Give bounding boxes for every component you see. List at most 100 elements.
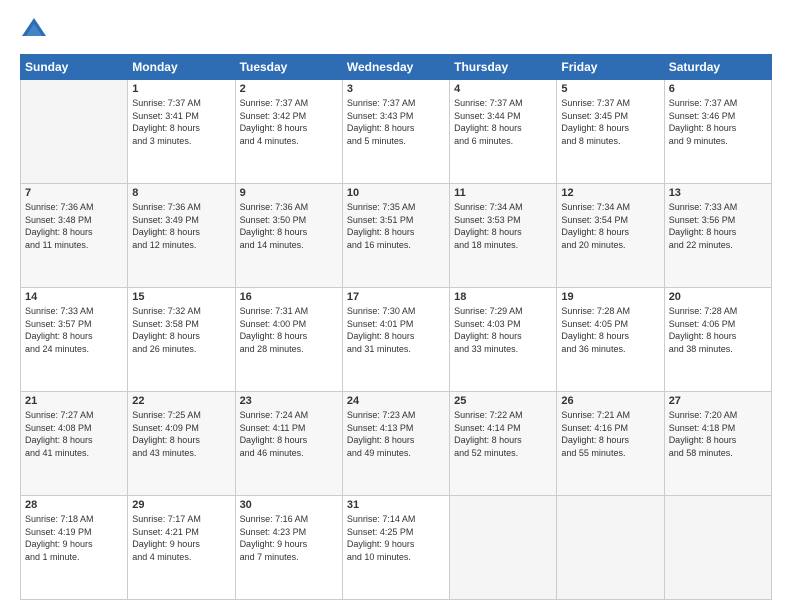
day-info: Sunrise: 7:16 AM Sunset: 4:23 PM Dayligh…	[240, 513, 338, 563]
day-number: 23	[240, 395, 338, 407]
week-row: 14 Sunrise: 7:33 AM Sunset: 3:57 PM Dayli…	[21, 288, 772, 392]
day-info: Sunrise: 7:37 AM Sunset: 3:45 PM Dayligh…	[561, 97, 659, 147]
calendar-cell: 23 Sunrise: 7:24 AM Sunset: 4:11 PM Dayli…	[235, 392, 342, 496]
week-row: 21 Sunrise: 7:27 AM Sunset: 4:08 PM Dayli…	[21, 392, 772, 496]
calendar-cell: 21 Sunrise: 7:27 AM Sunset: 4:08 PM Dayli…	[21, 392, 128, 496]
header-row: SundayMondayTuesdayWednesdayThursdayFrid…	[21, 55, 772, 80]
day-number: 1	[132, 83, 230, 95]
day-info: Sunrise: 7:34 AM Sunset: 3:54 PM Dayligh…	[561, 201, 659, 251]
calendar-cell: 3 Sunrise: 7:37 AM Sunset: 3:43 PM Daylig…	[342, 80, 449, 184]
logo	[20, 16, 52, 44]
day-info: Sunrise: 7:22 AM Sunset: 4:14 PM Dayligh…	[454, 409, 552, 459]
week-row: 7 Sunrise: 7:36 AM Sunset: 3:48 PM Daylig…	[21, 184, 772, 288]
day-number: 22	[132, 395, 230, 407]
calendar-cell: 9 Sunrise: 7:36 AM Sunset: 3:50 PM Daylig…	[235, 184, 342, 288]
calendar-cell: 31 Sunrise: 7:14 AM Sunset: 4:25 PM Dayli…	[342, 496, 449, 600]
calendar-cell: 12 Sunrise: 7:34 AM Sunset: 3:54 PM Dayli…	[557, 184, 664, 288]
day-number: 26	[561, 395, 659, 407]
day-number: 12	[561, 187, 659, 199]
day-info: Sunrise: 7:35 AM Sunset: 3:51 PM Dayligh…	[347, 201, 445, 251]
day-number: 13	[669, 187, 767, 199]
day-number: 6	[669, 83, 767, 95]
calendar-cell: 18 Sunrise: 7:29 AM Sunset: 4:03 PM Dayli…	[450, 288, 557, 392]
day-number: 4	[454, 83, 552, 95]
day-number: 24	[347, 395, 445, 407]
calendar-cell: 26 Sunrise: 7:21 AM Sunset: 4:16 PM Dayli…	[557, 392, 664, 496]
calendar-cell: 22Sunrise: 7:25 AM Sunset: 4:09 PM Dayli…	[128, 392, 235, 496]
header	[20, 16, 772, 44]
calendar-cell: 7 Sunrise: 7:36 AM Sunset: 3:48 PM Daylig…	[21, 184, 128, 288]
day-info: Sunrise: 7:24 AM Sunset: 4:11 PM Dayligh…	[240, 409, 338, 459]
day-info: Sunrise: 7:36 AM Sunset: 3:50 PM Dayligh…	[240, 201, 338, 251]
day-number: 10	[347, 187, 445, 199]
calendar-cell	[21, 80, 128, 184]
day-info: Sunrise: 7:30 AM Sunset: 4:01 PM Dayligh…	[347, 305, 445, 355]
calendar-cell: 2 Sunrise: 7:37 AM Sunset: 3:42 PM Daylig…	[235, 80, 342, 184]
calendar: SundayMondayTuesdayWednesdayThursdayFrid…	[20, 54, 772, 600]
day-number: 3	[347, 83, 445, 95]
day-info: Sunrise: 7:29 AM Sunset: 4:03 PM Dayligh…	[454, 305, 552, 355]
day-number: 8	[132, 187, 230, 199]
calendar-cell: 29Sunrise: 7:17 AM Sunset: 4:21 PM Dayli…	[128, 496, 235, 600]
week-row: 1 Sunrise: 7:37 AM Sunset: 3:41 PM Daylig…	[21, 80, 772, 184]
day-info: Sunrise: 7:33 AM Sunset: 3:57 PM Dayligh…	[25, 305, 123, 355]
day-number: 27	[669, 395, 767, 407]
day-info: Sunrise: 7:37 AM Sunset: 3:41 PM Dayligh…	[132, 97, 230, 147]
day-number: 31	[347, 499, 445, 511]
day-header: Friday	[557, 55, 664, 80]
day-info: Sunrise: 7:37 AM Sunset: 3:43 PM Dayligh…	[347, 97, 445, 147]
day-header: Sunday	[21, 55, 128, 80]
calendar-cell: 5 Sunrise: 7:37 AM Sunset: 3:45 PM Daylig…	[557, 80, 664, 184]
calendar-cell: 1 Sunrise: 7:37 AM Sunset: 3:41 PM Daylig…	[128, 80, 235, 184]
day-number: 16	[240, 291, 338, 303]
day-number: 28	[25, 499, 123, 511]
calendar-cell: 4 Sunrise: 7:37 AM Sunset: 3:44 PM Daylig…	[450, 80, 557, 184]
day-number: 18	[454, 291, 552, 303]
calendar-cell: 11 Sunrise: 7:34 AM Sunset: 3:53 PM Dayli…	[450, 184, 557, 288]
day-number: 14	[25, 291, 123, 303]
day-number: 11	[454, 187, 552, 199]
day-info: Sunrise: 7:37 AM Sunset: 3:42 PM Dayligh…	[240, 97, 338, 147]
calendar-cell	[664, 496, 771, 600]
day-header: Thursday	[450, 55, 557, 80]
day-info: Sunrise: 7:18 AM Sunset: 4:19 PM Dayligh…	[25, 513, 123, 563]
calendar-cell: 10 Sunrise: 7:35 AM Sunset: 3:51 PM Dayli…	[342, 184, 449, 288]
day-number: 5	[561, 83, 659, 95]
day-info: Sunrise: 7:21 AM Sunset: 4:16 PM Dayligh…	[561, 409, 659, 459]
day-header: Tuesday	[235, 55, 342, 80]
day-info: Sunrise: 7:28 AM Sunset: 4:06 PM Dayligh…	[669, 305, 767, 355]
day-number: 21	[25, 395, 123, 407]
day-info: Sunrise: 7:23 AM Sunset: 4:13 PM Dayligh…	[347, 409, 445, 459]
calendar-cell	[450, 496, 557, 600]
calendar-cell: 27Sunrise: 7:20 AM Sunset: 4:18 PM Dayli…	[664, 392, 771, 496]
day-info: Sunrise: 7:34 AM Sunset: 3:53 PM Dayligh…	[454, 201, 552, 251]
calendar-cell: 30 Sunrise: 7:16 AM Sunset: 4:23 PM Dayli…	[235, 496, 342, 600]
calendar-cell: 19Sunrise: 7:28 AM Sunset: 4:05 PM Dayli…	[557, 288, 664, 392]
logo-icon	[20, 16, 48, 44]
day-info: Sunrise: 7:28 AM Sunset: 4:05 PM Dayligh…	[561, 305, 659, 355]
day-number: 2	[240, 83, 338, 95]
calendar-cell: 14 Sunrise: 7:33 AM Sunset: 3:57 PM Dayli…	[21, 288, 128, 392]
day-info: Sunrise: 7:36 AM Sunset: 3:49 PM Dayligh…	[132, 201, 230, 251]
day-info: Sunrise: 7:33 AM Sunset: 3:56 PM Dayligh…	[669, 201, 767, 251]
day-number: 30	[240, 499, 338, 511]
day-number: 7	[25, 187, 123, 199]
day-info: Sunrise: 7:37 AM Sunset: 3:46 PM Dayligh…	[669, 97, 767, 147]
day-info: Sunrise: 7:36 AM Sunset: 3:48 PM Dayligh…	[25, 201, 123, 251]
day-info: Sunrise: 7:14 AM Sunset: 4:25 PM Dayligh…	[347, 513, 445, 563]
day-number: 29	[132, 499, 230, 511]
calendar-cell: 6 Sunrise: 7:37 AM Sunset: 3:46 PM Daylig…	[664, 80, 771, 184]
day-number: 25	[454, 395, 552, 407]
calendar-cell	[557, 496, 664, 600]
week-row: 28 Sunrise: 7:18 AM Sunset: 4:19 PM Dayli…	[21, 496, 772, 600]
calendar-table: SundayMondayTuesdayWednesdayThursdayFrid…	[20, 54, 772, 600]
day-number: 15	[132, 291, 230, 303]
day-info: Sunrise: 7:37 AM Sunset: 3:44 PM Dayligh…	[454, 97, 552, 147]
day-number: 9	[240, 187, 338, 199]
day-number: 17	[347, 291, 445, 303]
calendar-cell: 13 Sunrise: 7:33 AM Sunset: 3:56 PM Dayli…	[664, 184, 771, 288]
day-info: Sunrise: 7:27 AM Sunset: 4:08 PM Dayligh…	[25, 409, 123, 459]
calendar-cell: 20Sunrise: 7:28 AM Sunset: 4:06 PM Dayli…	[664, 288, 771, 392]
calendar-cell: 24 Sunrise: 7:23 AM Sunset: 4:13 PM Dayli…	[342, 392, 449, 496]
calendar-cell: 15Sunrise: 7:32 AM Sunset: 3:58 PM Dayli…	[128, 288, 235, 392]
